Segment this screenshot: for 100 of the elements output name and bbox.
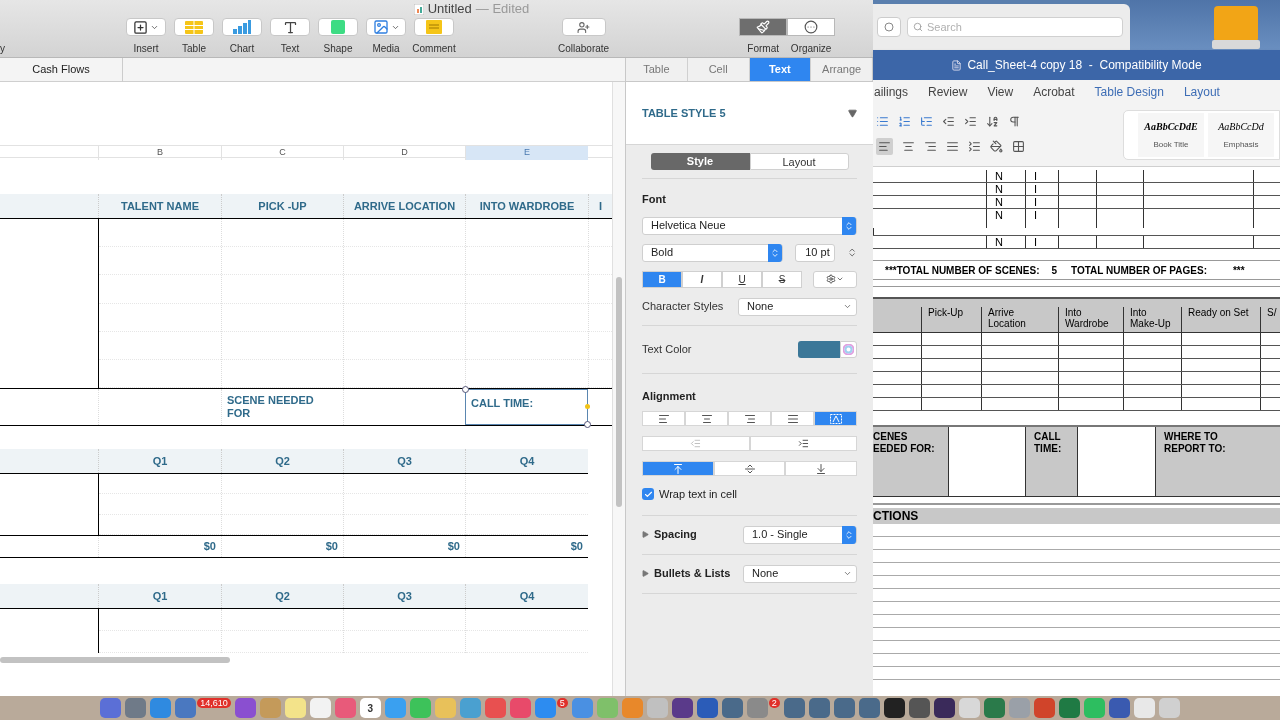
column-header[interactable]: C (221, 146, 343, 160)
organize-icon (804, 20, 819, 34)
inspector-tab[interactable]: Text (749, 58, 812, 81)
line-spacing-icon[interactable] (968, 139, 981, 153)
table-header-cell: ARRIVE LOCATION (343, 194, 465, 218)
disclosure-icon[interactable] (848, 108, 857, 118)
disclosure-icon[interactable] (642, 570, 649, 577)
indent-button[interactable] (642, 436, 750, 451)
ribbon-tab[interactable]: ailings (874, 82, 909, 101)
format-button[interactable]: S (762, 270, 802, 288)
outdent-icon (690, 438, 702, 449)
table-cell: I (1025, 196, 1058, 208)
character-styles-popup[interactable]: None (738, 297, 857, 316)
toolbar-label: Text (280, 42, 300, 56)
bullets-popup[interactable]: None (743, 564, 857, 583)
toolbar-button[interactable] (270, 18, 310, 36)
format-button[interactable]: I (682, 270, 722, 288)
color-well[interactable] (798, 340, 840, 358)
collaborate-button[interactable] (561, 18, 606, 36)
table-header-cell: PICK -UP (221, 194, 343, 218)
inspector-tab[interactable]: Table (626, 58, 688, 81)
align-button[interactable] (642, 411, 685, 426)
drive-icon (1212, 6, 1260, 50)
ribbon-tab[interactable]: Review (928, 82, 968, 101)
segment-button[interactable]: Style (650, 153, 750, 170)
indent-icon[interactable] (964, 114, 977, 128)
numbered-list-icon[interactable] (898, 114, 911, 128)
image-icon (372, 19, 389, 35)
column-header[interactable]: B (98, 146, 221, 160)
totals-text: *** (1232, 263, 1245, 278)
app-icon[interactable] (908, 698, 930, 718)
style-preview[interactable]: AaBbCcDd Emphasis (1208, 112, 1274, 157)
paint-bucket-icon[interactable] (990, 139, 1003, 153)
style-preview[interactable]: AaBbCcDdE Book Title (1138, 112, 1204, 157)
font-popup[interactable]: Helvetica Neue (642, 216, 857, 235)
toolbar-button[interactable] (126, 18, 166, 36)
ribbon-tab[interactable]: View (987, 82, 1014, 101)
checkbox[interactable] (642, 488, 654, 501)
stepper-icon[interactable] (846, 247, 857, 258)
align-right-icon (743, 412, 756, 425)
align-center-icon[interactable] (902, 139, 915, 153)
ribbon-tab[interactable]: Acrobat (1033, 82, 1075, 101)
total-cell: $0 (465, 536, 588, 557)
align-button[interactable] (685, 411, 728, 426)
borders-icon[interactable] (1012, 139, 1025, 153)
multilevel-list-icon[interactable] (920, 114, 933, 128)
total-cell: $0 (343, 536, 465, 557)
column-header: Arrive Location (981, 307, 1058, 332)
disclosure-icon[interactable] (642, 531, 649, 538)
font-size-field[interactable]: 10 pt (795, 243, 835, 262)
field-label: Text Color (642, 341, 692, 357)
format-button[interactable]: B (642, 270, 682, 288)
app-icon[interactable] (883, 698, 905, 718)
inspector-tab[interactable]: Arrange (811, 58, 873, 81)
table-cell-text: SCENE NEEDED FOR (227, 394, 315, 420)
sort-icon[interactable] (986, 114, 999, 128)
align-button[interactable] (771, 411, 814, 426)
app-icon[interactable] (671, 698, 693, 718)
selection-handle[interactable] (584, 421, 591, 428)
outdent-icon[interactable] (942, 114, 955, 128)
align-right-icon[interactable] (924, 139, 937, 153)
align-center-icon (700, 412, 713, 425)
typeface-popup[interactable]: Bold (642, 243, 783, 262)
ribbon-tab[interactable]: Layout (1183, 82, 1220, 101)
ribbon-tab[interactable]: Table Design (1094, 82, 1164, 101)
selection-handle[interactable] (585, 404, 590, 409)
column-header[interactable]: E (465, 146, 588, 160)
toolbar-label: Media (372, 42, 400, 56)
toolbar-label: Chart (229, 42, 255, 56)
pilcrow-icon[interactable] (1008, 114, 1021, 128)
color-wheel-icon[interactable] (843, 343, 854, 355)
toolbar-label: Comment (412, 42, 456, 56)
text-icon (282, 19, 298, 35)
app-icon[interactable]: 3 (359, 698, 381, 718)
column-header: Into Make-Up (1123, 307, 1181, 332)
app-icon[interactable] (933, 698, 955, 718)
vertical-align-button[interactable] (713, 461, 786, 476)
align-button[interactable] (728, 411, 771, 426)
indent-button[interactable] (749, 436, 857, 451)
text-options-button[interactable] (813, 270, 857, 288)
stepper-icon (844, 220, 854, 231)
column-header: S/ (1260, 307, 1280, 332)
spacing-popup[interactable]: 1.0 - Single (743, 525, 857, 544)
inspector-tab[interactable]: Cell (687, 58, 750, 81)
person-add-icon (577, 20, 591, 34)
section-heading: CTIONS (873, 508, 1280, 524)
segment-button[interactable]: Layout (749, 153, 849, 170)
align-left-icon[interactable] (878, 139, 891, 153)
table-cell: N (986, 236, 1025, 248)
scrollbar-thumb[interactable] (0, 657, 230, 663)
table-cell[interactable]: CALL TIME: (465, 389, 588, 425)
view-toggle[interactable] (739, 18, 788, 36)
justify-icon[interactable] (946, 139, 959, 153)
bullet-list-icon[interactable] (876, 114, 889, 128)
vertical-align-button[interactable] (642, 461, 714, 476)
vertical-align-button[interactable] (785, 461, 857, 476)
view-toggle[interactable] (787, 18, 836, 36)
scrollbar-thumb[interactable] (616, 277, 622, 507)
format-button[interactable]: U (722, 270, 762, 288)
selection-handle[interactable] (462, 386, 469, 393)
